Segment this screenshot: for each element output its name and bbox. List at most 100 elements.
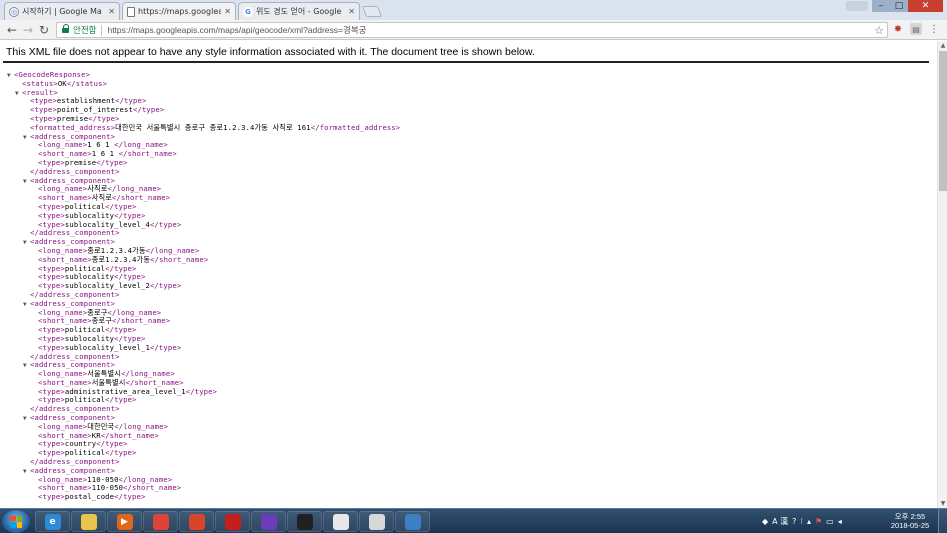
xml-tag: </address_component>: [30, 228, 120, 238]
scrollbar-thumb[interactable]: [939, 51, 947, 191]
monitor-icon[interactable]: ▭: [826, 517, 834, 526]
taskbar-app-button[interactable]: [251, 511, 286, 532]
xml-open-tag: <short_name>: [38, 377, 92, 387]
xml-value: point_of_interest: [56, 105, 133, 115]
xml-style-notice: This XML file does not appear to have an…: [6, 46, 535, 58]
new-tab-button[interactable]: [361, 6, 383, 17]
xml-open-tag: <long_name>: [38, 140, 88, 150]
xml-close-tag: </type>: [185, 386, 218, 396]
xml-value: 110-050: [91, 483, 124, 493]
taskbar-app-button[interactable]: [359, 511, 394, 532]
collapse-triangle-icon[interactable]: ▼: [23, 415, 30, 424]
extension-icon[interactable]: ✸: [892, 23, 904, 35]
tab-google-search[interactable]: G 위도 경도 얻어 - Google ✕: [238, 2, 360, 20]
back-arrow-icon[interactable]: ←: [5, 23, 19, 37]
xml-close-tag: </long_name>: [107, 307, 162, 317]
xml-open-tag: <type>: [38, 201, 65, 211]
xml-open-tag: <short_name>: [38, 483, 92, 493]
profile-button[interactable]: [846, 1, 868, 11]
volume-icon[interactable]: ◂: [838, 517, 842, 526]
collapse-triangle-icon[interactable]: ▼: [23, 301, 30, 310]
xml-value: establishment: [56, 96, 116, 106]
page-content: This XML file does not appear to have an…: [0, 41, 937, 508]
collapse-triangle-icon[interactable]: ▼: [23, 239, 30, 248]
xml-open-tag: <type>: [38, 492, 65, 502]
scroll-up-arrow-icon[interactable]: ▲: [938, 41, 947, 50]
xml-tag: </address_component>: [30, 289, 120, 299]
reload-icon[interactable]: ↻: [37, 23, 51, 37]
xml-open-tag: <type>: [38, 386, 65, 396]
xml-open-tag: <type>: [38, 157, 65, 167]
taskbar-app-button[interactable]: [323, 511, 358, 532]
xml-close-tag: </short_name>: [125, 377, 184, 387]
xml-line: <status>OK</status>: [7, 78, 400, 89]
close-icon[interactable]: ✕: [224, 7, 231, 16]
tab-geocode-xml[interactable]: https://maps.googleapis ✕: [122, 2, 236, 20]
close-icon[interactable]: ✕: [108, 7, 115, 16]
xml-value: 대한민국: [87, 421, 115, 431]
xml-open-tag: <type>: [38, 325, 65, 335]
xml-open-tag: <type>: [30, 105, 57, 115]
window-close-button[interactable]: ✕: [908, 0, 943, 12]
terminal-icon: [296, 513, 313, 530]
network-icon[interactable]: ◆: [762, 517, 768, 526]
show-hidden-icons-icon[interactable]: ▴: [807, 517, 811, 526]
xml-close-tag: </type>: [149, 281, 182, 291]
address-bar[interactable]: 안전함 https://maps.googleapis.com/maps/api…: [56, 22, 888, 38]
collapse-triangle-icon[interactable]: ▼: [23, 134, 30, 143]
bookmark-star-icon[interactable]: ☆: [874, 24, 884, 37]
xml-close-tag: </type>: [105, 395, 137, 405]
xml-open-tag: <type>: [38, 448, 65, 458]
xml-value: 종로구: [87, 307, 108, 317]
clock-date: 2018-05-25: [890, 521, 930, 530]
xml-close-tag: </type>: [115, 96, 147, 106]
tab-label: 시작하기 | Google Ma: [22, 7, 102, 16]
scroll-down-arrow-icon[interactable]: ▼: [938, 499, 947, 508]
taskbar-app-button[interactable]: [71, 511, 106, 532]
xml-value: 사직로: [87, 184, 108, 194]
taskbar-app-button[interactable]: [287, 511, 322, 532]
flag-icon[interactable]: ⚑: [815, 517, 822, 526]
taskbar-app-button[interactable]: ▶: [107, 511, 142, 532]
taskbar-app-button[interactable]: e: [35, 511, 70, 532]
xml-value: premise: [56, 113, 89, 123]
xml-tag: <address_component>: [30, 298, 116, 308]
collapse-triangle-icon[interactable]: ▼: [15, 90, 22, 99]
xml-close-tag: </status>: [66, 78, 108, 88]
show-desktop-button[interactable]: [938, 509, 947, 533]
url-text[interactable]: https://maps.googleapis.com/maps/api/geo…: [107, 24, 366, 36]
extension-gray-icon[interactable]: ▤: [910, 23, 922, 35]
taskbar-app-button[interactable]: [395, 511, 430, 532]
xml-value: political: [64, 201, 106, 211]
collapse-triangle-icon[interactable]: ▼: [23, 468, 30, 477]
app-red-icon: [188, 513, 205, 530]
ime-indicator[interactable]: A 漢: [772, 516, 788, 527]
taskbar-app-button[interactable]: [179, 511, 214, 532]
minimize-button[interactable]: –: [872, 0, 890, 12]
start-button[interactable]: [2, 510, 30, 533]
collapse-triangle-icon[interactable]: ▼: [7, 72, 14, 81]
taskbar-app-button[interactable]: [143, 511, 178, 532]
xml-tag: <address_component>: [30, 360, 116, 370]
close-icon[interactable]: ✕: [348, 7, 355, 16]
xml-value: KR: [91, 430, 101, 440]
collapse-triangle-icon[interactable]: ▼: [23, 362, 30, 371]
xml-value: country: [64, 439, 97, 449]
xml-tag: </address_component>: [30, 404, 120, 414]
settings-dots-icon[interactable]: ⁝: [800, 517, 803, 526]
vertical-scrollbar[interactable]: ▲ ▼: [937, 41, 947, 508]
maximize-button[interactable]: □: [890, 0, 908, 12]
help-icon[interactable]: ?: [792, 517, 796, 526]
tab-google-maps-start[interactable]: ◎ 시작하기 | Google Ma ✕: [4, 2, 120, 20]
clock[interactable]: 오후 2:55 2018-05-25: [890, 512, 930, 530]
xml-tag: <address_component>: [30, 131, 116, 141]
forward-arrow-icon[interactable]: →: [21, 23, 35, 37]
xml-close-tag: </long_name>: [114, 421, 169, 431]
xml-close-tag: </type>: [114, 210, 146, 220]
google-search-icon: G: [243, 6, 253, 17]
taskbar-app-button[interactable]: [215, 511, 250, 532]
xml-value: sublocality_level_1: [64, 342, 150, 352]
collapse-triangle-icon[interactable]: ▼: [23, 178, 30, 187]
xml-close-tag: </type>: [114, 492, 146, 502]
menu-kebab-icon[interactable]: ⋮: [928, 23, 940, 35]
